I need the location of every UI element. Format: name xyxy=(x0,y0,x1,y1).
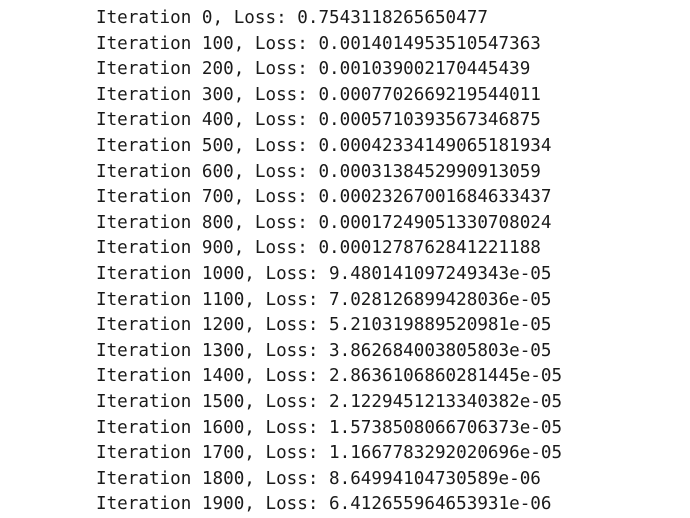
log-line: Iteration 1500, Loss: 2.1229451213340382… xyxy=(96,391,563,412)
log-line: Iteration 1600, Loss: 1.5738508066706373… xyxy=(96,417,563,438)
log-line: Iteration 1700, Loss: 1.1667783292020696… xyxy=(96,443,563,464)
log-line: Iteration 900, Loss: 0.00012787628412211… xyxy=(96,238,541,259)
log-line: Iteration 1400, Loss: 2.8636106860281445… xyxy=(96,366,563,387)
log-line: Iteration 600, Loss: 0.00031384529909130… xyxy=(96,161,541,182)
log-line: Iteration 1900, Loss: 6.412655964653931e… xyxy=(96,494,552,515)
log-line: Iteration 0, Loss: 0.7543118265650477 xyxy=(96,8,488,28)
log-line: Iteration 800, Loss: 0.00017249051330708… xyxy=(96,212,552,233)
log-line: Iteration 1300, Loss: 3.862684003805803e… xyxy=(96,340,552,361)
log-line: Iteration 1200, Loss: 5.210319889520981e… xyxy=(96,315,552,336)
log-line: Iteration 100, Loss: 0.00140149535105473… xyxy=(96,33,541,54)
log-line: Iteration 300, Loss: 0.00077026692195440… xyxy=(96,84,541,105)
log-line: Iteration 700, Loss: 0.00023267001684633… xyxy=(96,187,552,208)
console-output: Iteration 0, Loss: 0.7543118265650477 It… xyxy=(0,0,690,518)
log-line: Iteration 1100, Loss: 7.028126899428036e… xyxy=(96,289,552,310)
log-line: Iteration 1800, Loss: 8.64994104730589e-… xyxy=(96,468,541,489)
log-line: Iteration 500, Loss: 0.00042334149065181… xyxy=(96,135,552,156)
log-line: Iteration 400, Loss: 0.00057103935673468… xyxy=(96,110,541,131)
training-log: Iteration 0, Loss: 0.7543118265650477 It… xyxy=(96,6,562,518)
log-line: Iteration 200, Loss: 0.00103900217044543… xyxy=(96,59,531,80)
log-line: Iteration 1000, Loss: 9.480141097249343e… xyxy=(96,263,552,284)
